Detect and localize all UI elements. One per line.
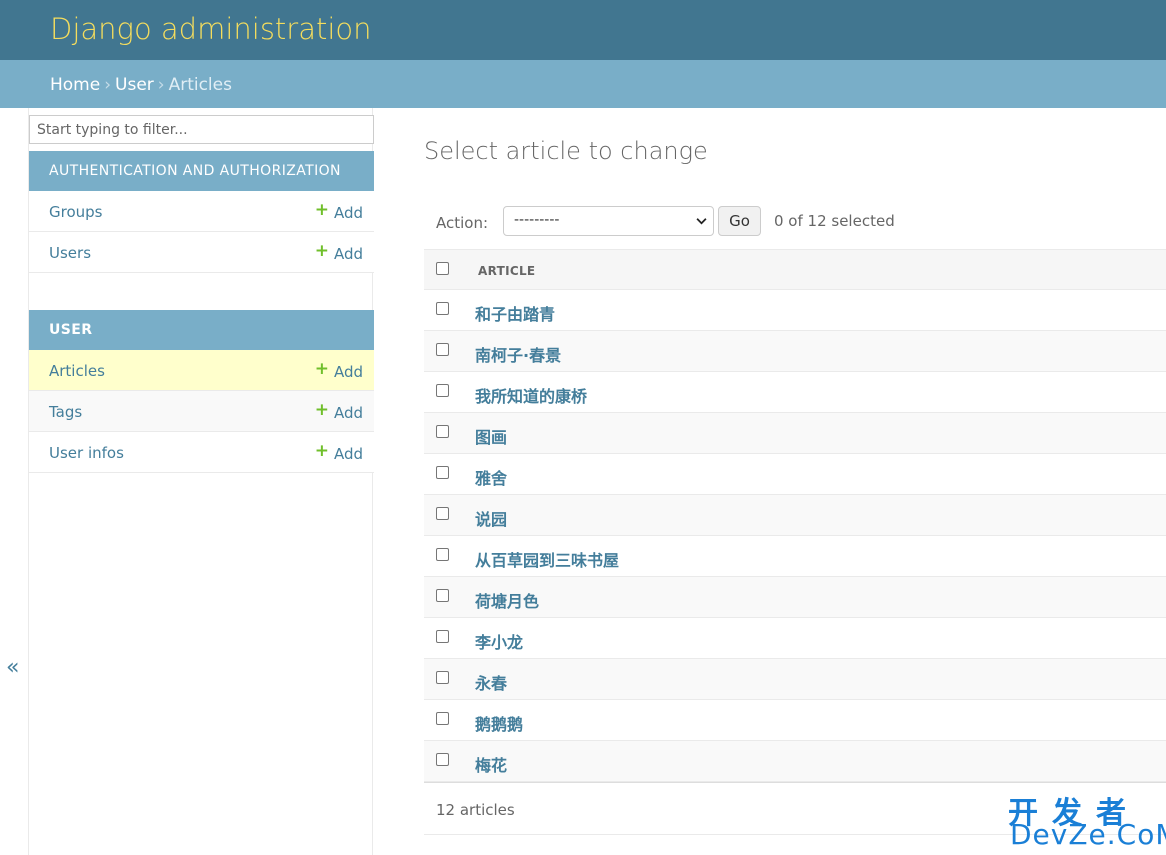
- action-label: Action:: [436, 214, 489, 232]
- column-header-article[interactable]: ARTICLE: [478, 264, 535, 278]
- article-link[interactable]: 荷塘月色: [475, 588, 539, 612]
- plus-icon: +: [314, 441, 329, 461]
- module-caption-user[interactable]: USER: [29, 310, 374, 350]
- row-checkbox[interactable]: [436, 630, 449, 643]
- table-row: 南柯子·春景: [424, 331, 1166, 372]
- row-checkbox[interactable]: [436, 671, 449, 684]
- plus-icon: +: [314, 241, 329, 261]
- row-checkbox[interactable]: [436, 425, 449, 438]
- row-checkbox[interactable]: [436, 507, 449, 520]
- chevron-down-icon: [696, 218, 707, 225]
- row-checkbox[interactable]: [436, 589, 449, 602]
- article-link[interactable]: 我所知道的康桥: [475, 383, 587, 407]
- row-checkbox[interactable]: [436, 753, 449, 766]
- actions-bar: Action: --------- Go 0 of 12 selected: [424, 204, 1166, 242]
- sidebar-item-tags: Tags + Add: [29, 391, 374, 432]
- row-checkbox[interactable]: [436, 548, 449, 561]
- table-row: 雅舍: [424, 454, 1166, 495]
- watermark-en: DevZe.CoM: [1010, 818, 1166, 851]
- breadcrumb-app[interactable]: User: [115, 75, 154, 95]
- add-tags-button[interactable]: + Add: [314, 400, 363, 423]
- table-row: 图画: [424, 413, 1166, 454]
- action-select[interactable]: ---------: [503, 206, 714, 236]
- article-link[interactable]: 李小龙: [475, 629, 523, 653]
- add-label: Add: [333, 363, 363, 381]
- row-checkbox[interactable]: [436, 712, 449, 725]
- add-groups-button[interactable]: + Add: [314, 200, 363, 223]
- nav-filter-input[interactable]: [29, 115, 374, 144]
- select-all-checkbox[interactable]: [436, 262, 449, 275]
- article-link[interactable]: 从百草园到三味书屋: [475, 547, 619, 571]
- watermark-logo: 开发者 DevZe.CoM: [1008, 788, 1166, 851]
- row-checkbox[interactable]: [436, 384, 449, 397]
- table-row: 永春: [424, 659, 1166, 700]
- table-row: 梅花: [424, 741, 1166, 782]
- table-row: 说园: [424, 495, 1166, 536]
- sidebar-item-users: Users + Add: [29, 232, 374, 273]
- add-label: Add: [333, 445, 363, 463]
- sidebar-item-articles: Articles + Add: [29, 350, 374, 391]
- table-row: 荷塘月色: [424, 577, 1166, 618]
- table-row: 李小龙: [424, 618, 1166, 659]
- row-checkbox[interactable]: [436, 302, 449, 315]
- article-link[interactable]: 永春: [475, 670, 507, 694]
- result-count: 12 articles: [436, 801, 515, 819]
- table-row: 鹅鹅鹅: [424, 700, 1166, 741]
- add-users-button[interactable]: + Add: [314, 241, 363, 264]
- toggle-sidebar-button[interactable]: «: [6, 655, 19, 680]
- site-name[interactable]: Django administration: [50, 12, 372, 46]
- row-checkbox[interactable]: [436, 343, 449, 356]
- model-link-users[interactable]: Users: [49, 244, 91, 262]
- add-label: Add: [333, 404, 363, 422]
- model-link-articles[interactable]: Articles: [49, 362, 105, 380]
- article-link[interactable]: 南柯子·春景: [475, 342, 561, 366]
- article-link[interactable]: 鹅鹅鹅: [475, 711, 523, 735]
- model-link-tags[interactable]: Tags: [49, 403, 82, 421]
- add-label: Add: [333, 245, 363, 263]
- model-link-user-infos[interactable]: User infos: [49, 444, 124, 462]
- go-button[interactable]: Go: [718, 206, 761, 236]
- add-label: Add: [333, 204, 363, 222]
- breadcrumb: Home › User › Articles: [0, 60, 1166, 108]
- action-select-value: ---------: [514, 212, 560, 228]
- table-row: 和子由踏青: [424, 290, 1166, 331]
- plus-icon: +: [314, 359, 329, 379]
- header: Django administration: [0, 0, 1166, 60]
- plus-icon: +: [314, 400, 329, 420]
- model-link-groups[interactable]: Groups: [49, 203, 102, 221]
- table-row: 我所知道的康桥: [424, 372, 1166, 413]
- breadcrumb-separator: ›: [104, 75, 112, 95]
- nav-sidebar: AUTHENTICATION AND AUTHORIZATION Groups …: [28, 108, 374, 855]
- breadcrumb-home[interactable]: Home: [50, 75, 100, 95]
- table-row: 从百草园到三味书屋: [424, 536, 1166, 577]
- article-link[interactable]: 梅花: [475, 752, 507, 776]
- breadcrumb-separator: ›: [157, 75, 165, 95]
- sidebar-item-user-infos: User infos + Add: [29, 432, 374, 473]
- breadcrumb-current: Articles: [168, 75, 232, 95]
- article-link[interactable]: 和子由踏青: [475, 301, 555, 325]
- module-caption-auth[interactable]: AUTHENTICATION AND AUTHORIZATION: [29, 151, 374, 191]
- table-header-row: ARTICLE: [424, 249, 1166, 290]
- add-user-infos-button[interactable]: + Add: [314, 441, 363, 464]
- article-link[interactable]: 图画: [475, 424, 507, 448]
- page-title: Select article to change: [424, 137, 708, 165]
- add-articles-button[interactable]: + Add: [314, 359, 363, 382]
- plus-icon: +: [314, 200, 329, 220]
- selected-count: 0 of 12 selected: [774, 212, 895, 230]
- article-link[interactable]: 说园: [475, 506, 507, 530]
- article-link[interactable]: 雅舍: [475, 465, 507, 489]
- row-checkbox[interactable]: [436, 466, 449, 479]
- sidebar-item-groups: Groups + Add: [29, 191, 374, 232]
